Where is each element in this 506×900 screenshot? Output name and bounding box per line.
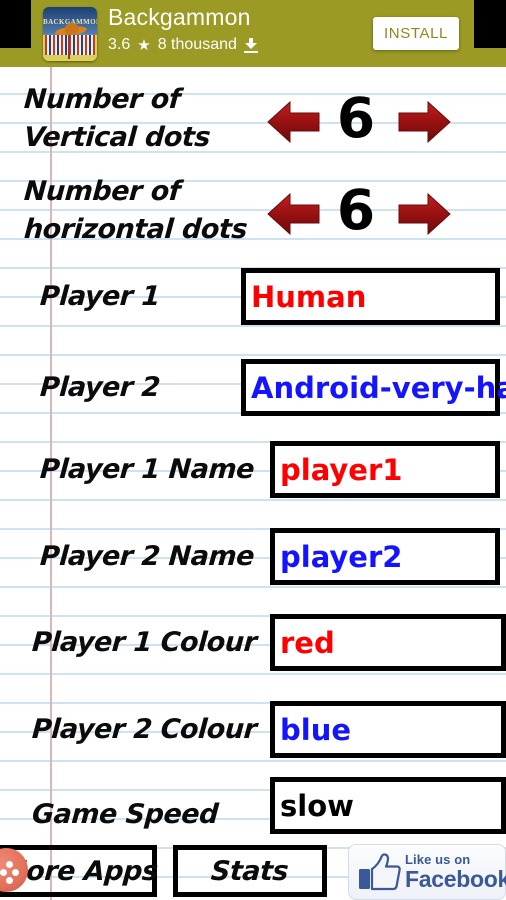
download-icon xyxy=(243,37,258,53)
player1-name-value: player1 xyxy=(280,452,403,487)
ad-app-meta: 3.6 ★ 8 thousand xyxy=(108,36,258,54)
player2-colour-label: Player 2 Colour xyxy=(30,714,258,745)
player2-type-field[interactable]: Android-very-hard xyxy=(241,359,506,416)
board-bar xyxy=(68,35,70,59)
horizontal-dots-row: Number of horizontal dots 6 xyxy=(0,166,506,262)
ad-app-title: Backgammon xyxy=(108,4,251,30)
board-points xyxy=(45,35,95,55)
game-speed-row: Game Speed slow xyxy=(0,777,506,850)
player1-colour-value: red xyxy=(280,625,335,660)
thumbs-up-icon xyxy=(357,853,401,891)
horizontal-dots-value: 6 xyxy=(336,178,376,242)
player2-name-row: Player 2 Name player2 xyxy=(0,522,506,592)
facebook-label-group: Like us on Facebook xyxy=(405,853,506,891)
stats-label: Stats xyxy=(210,855,290,887)
player1-name-row: Player 1 Name player1 xyxy=(0,435,506,505)
player1-colour-row: Player 1 Colour red xyxy=(0,608,506,678)
ad-letterbox-right xyxy=(474,0,506,48)
horizontal-dots-decrement-button[interactable] xyxy=(266,186,322,242)
vertical-dots-decrement-button[interactable] xyxy=(266,94,322,150)
star-icon: ★ xyxy=(137,36,151,54)
player2-colour-row: Player 2 Colour blue xyxy=(0,695,506,765)
bottom-bar: More Apps Stats Like us on Facebook xyxy=(0,842,506,900)
player2-type-value: Android-very-hard xyxy=(251,370,506,405)
player1-colour-field[interactable]: red xyxy=(270,614,506,671)
player2-colour-field[interactable]: blue xyxy=(270,701,506,758)
player1-colour-label: Player 1 Colour xyxy=(30,627,258,658)
player2-name-value: player2 xyxy=(280,539,403,574)
vertical-dots-value: 6 xyxy=(336,86,376,150)
horizontal-dots-label-line2: horizontal dots xyxy=(22,214,249,245)
player1-name-label: Player 1 Name xyxy=(38,454,256,485)
facebook-like-button[interactable]: Like us on Facebook xyxy=(348,844,506,900)
facebook-brand-text: Facebook xyxy=(405,866,506,892)
player1-type-row: Player 1 Human xyxy=(0,262,506,332)
player2-colour-value: blue xyxy=(280,712,352,747)
ad-rating-value: 3.6 xyxy=(108,36,131,53)
ad-letterbox-left xyxy=(0,0,31,48)
vertical-dots-label-line2: Vertical dots xyxy=(22,122,212,153)
player1-type-field[interactable]: Human xyxy=(241,268,500,325)
vertical-dots-increment-button[interactable] xyxy=(396,94,452,150)
backgammon-board-art xyxy=(43,35,97,61)
app-icon: BACKGAMMON xyxy=(43,7,97,61)
player1-type-value: Human xyxy=(251,279,367,314)
ad-downloads-value: 8 thousand xyxy=(157,36,237,53)
game-speed-value: slow xyxy=(280,788,354,823)
install-button[interactable]: INSTALL xyxy=(373,17,459,50)
player1-type-label: Player 1 xyxy=(38,281,161,312)
player2-type-row: Player 2 Android-very-hard xyxy=(0,353,506,423)
player2-name-field[interactable]: player2 xyxy=(270,528,500,585)
vertical-dots-row: Number of Vertical dots 6 xyxy=(0,74,506,170)
horizontal-dots-increment-button[interactable] xyxy=(396,186,452,242)
facebook-like-text: Like us on xyxy=(405,852,471,867)
player2-type-label: Player 2 xyxy=(38,372,161,403)
player2-name-label: Player 2 Name xyxy=(38,541,256,572)
stats-button[interactable]: Stats xyxy=(173,845,327,897)
game-speed-label: Game Speed xyxy=(30,799,220,830)
game-speed-field[interactable]: slow xyxy=(270,777,506,834)
player1-name-field[interactable]: player1 xyxy=(270,441,500,498)
